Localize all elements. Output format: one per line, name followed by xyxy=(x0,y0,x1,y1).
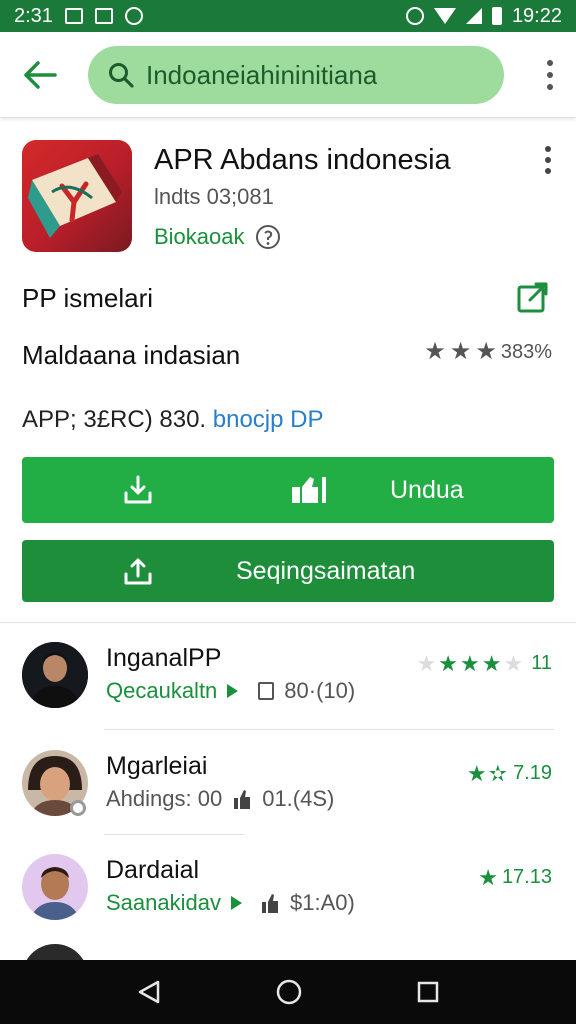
review-rating: ★ 17.13 xyxy=(478,866,552,889)
review-count: 01.(4S) xyxy=(262,786,335,811)
star-icon: ★ xyxy=(475,338,497,365)
upload-icon xyxy=(124,558,152,585)
app-version: lndts 03;081 xyxy=(154,184,274,209)
review-text: Ahdings: 00 xyxy=(106,786,223,811)
nav-back-icon[interactable] xyxy=(136,979,162,1005)
back-arrow-icon xyxy=(24,60,57,89)
review-meta: Ahdings: 00 01.(4S) xyxy=(106,786,334,812)
install-button[interactable]: Undua xyxy=(22,457,554,523)
review-score: 11 xyxy=(531,652,552,674)
thumbs-up-icon xyxy=(292,477,326,503)
avatar xyxy=(22,854,88,920)
search-query[interactable]: Indoaneiahininitiana xyxy=(146,60,377,91)
app-rating: ★ ★ ★ 383% xyxy=(424,340,552,364)
review-score: 7.19 xyxy=(513,762,552,784)
status-time-left: 2:31 xyxy=(14,4,53,27)
gallery-icon xyxy=(64,8,83,24)
sync-icon xyxy=(124,7,143,25)
star-icon: ★ xyxy=(416,650,437,676)
play-icon xyxy=(227,684,239,698)
review-meta: Qecaukaltn 80·(10) xyxy=(106,678,355,704)
reviewer-name: Dardaial xyxy=(106,856,200,884)
app-header: APR Abdans indonesia lndts 03;081 Biokao… xyxy=(22,140,556,256)
share-icon[interactable] xyxy=(516,280,550,314)
calendar-icon xyxy=(258,682,275,700)
avatar xyxy=(22,944,88,960)
wifi-icon xyxy=(433,8,456,24)
app-menu-icon[interactable] xyxy=(544,146,552,174)
review-meta: Saanakidav $1:A0) xyxy=(106,890,355,916)
search-bar[interactable]: Indoaneiahininitiana xyxy=(88,46,504,104)
nav-recents-icon[interactable] xyxy=(416,980,440,1004)
rating-value: 383% xyxy=(500,340,552,363)
status-time-right: 19:22 xyxy=(511,4,562,27)
notification-icon xyxy=(94,8,113,24)
review-rating: ★ ✫ 7.19 xyxy=(467,762,552,785)
nav-home-icon[interactable] xyxy=(275,978,303,1006)
review-item[interactable]: InganalPP Qecaukaltn 80·(10) ★ ★ ★ ★ ★ 1… xyxy=(22,642,556,732)
download-icon xyxy=(124,475,152,504)
system-nav-bar xyxy=(0,960,576,1024)
app-icon[interactable] xyxy=(22,140,132,252)
review-item[interactable]: Mgarleiai Ahdings: 00 01.(4S) ★ ✫ 7.19 xyxy=(22,750,556,840)
review-score: 17.13 xyxy=(501,866,552,888)
app-title: APR Abdans indonesia xyxy=(154,144,451,176)
avatar xyxy=(22,642,88,708)
play-icon xyxy=(230,896,242,910)
star-icon: ★ xyxy=(481,650,502,676)
star-icon: ★ xyxy=(503,650,524,676)
price-link[interactable]: bnocjp DP xyxy=(213,406,324,433)
avatar-badge xyxy=(70,800,86,816)
star-icon: ✫ xyxy=(488,760,508,786)
review-item[interactable]: Dardaial Saanakidav $1:A0) ★ 17.13 xyxy=(22,854,556,944)
status-bar: 2:31 19:22 xyxy=(0,0,576,32)
install-label: Undua xyxy=(390,475,464,504)
battery-icon xyxy=(491,7,502,25)
section-label: PP ismelari xyxy=(22,283,154,313)
info-icon[interactable] xyxy=(255,224,281,250)
review-tag: Qecaukaltn xyxy=(106,678,218,703)
star-icon: ★ xyxy=(460,650,480,676)
developer-name[interactable]: Biokaoak xyxy=(154,224,245,250)
price-info: APP; 3£RC) 830. bnocjp DP xyxy=(22,406,324,434)
top-app-bar: Indoaneiahininitiana xyxy=(0,32,576,118)
review-tag: Saanakidav xyxy=(106,890,221,915)
overflow-menu-icon[interactable] xyxy=(546,60,554,90)
thumbs-up-icon xyxy=(261,894,278,913)
reviewer-name: Mgarleiai xyxy=(106,752,208,780)
review-count: $1:A0) xyxy=(289,890,355,915)
divider xyxy=(0,622,576,623)
alarm-icon xyxy=(405,7,424,25)
thumbs-up-icon xyxy=(234,790,251,809)
divider xyxy=(104,729,554,730)
star-icon: ★ xyxy=(466,760,487,786)
developer-link[interactable]: Biokaoak xyxy=(154,224,281,250)
price-text: APP; 3£RC) 830. xyxy=(22,406,207,433)
review-count: 80·(10) xyxy=(284,678,356,703)
star-icon: ★ xyxy=(449,338,472,365)
category-label: Maldaana indasian xyxy=(22,340,241,370)
review-rating: ★ ★ ★ ★ ★ 11 xyxy=(417,652,552,675)
secondary-label: Seqingsaimatan xyxy=(236,556,416,585)
star-icon: ★ xyxy=(424,338,446,365)
divider xyxy=(104,834,244,835)
signal-icon xyxy=(465,8,482,24)
secondary-button[interactable]: Seqingsaimatan xyxy=(22,540,554,602)
star-icon: ★ xyxy=(438,650,459,676)
star-icon: ★ xyxy=(478,864,498,890)
search-icon xyxy=(109,63,134,88)
reviewer-name: InganalPP xyxy=(106,644,222,672)
back-button[interactable] xyxy=(20,55,60,95)
